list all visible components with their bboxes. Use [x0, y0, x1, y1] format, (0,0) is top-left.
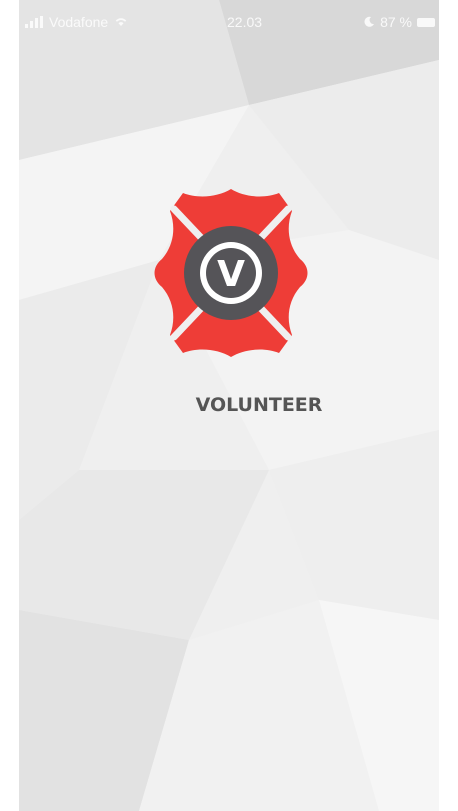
- app-logo: V: [152, 183, 310, 363]
- battery-icon: [417, 17, 435, 27]
- splash-screen: Vodafone 22.03 87 % V VOLUNTEER: [19, 0, 439, 811]
- battery-percent: 87 %: [380, 14, 412, 30]
- status-bar-left: Vodafone: [25, 14, 128, 30]
- status-bar: Vodafone 22.03 87 %: [19, 0, 439, 44]
- moon-icon: [364, 14, 375, 30]
- status-time: 22.03: [227, 14, 263, 30]
- wifi-icon: [114, 14, 128, 30]
- status-bar-right: 87 %: [364, 14, 435, 30]
- signal-icon: [25, 16, 43, 28]
- maltese-cross-logo-icon: V: [154, 189, 308, 357]
- carrier-name: Vodafone: [49, 14, 109, 30]
- app-name-title: VOLUNTEER: [195, 394, 323, 416]
- logo-letter: V: [217, 254, 245, 295]
